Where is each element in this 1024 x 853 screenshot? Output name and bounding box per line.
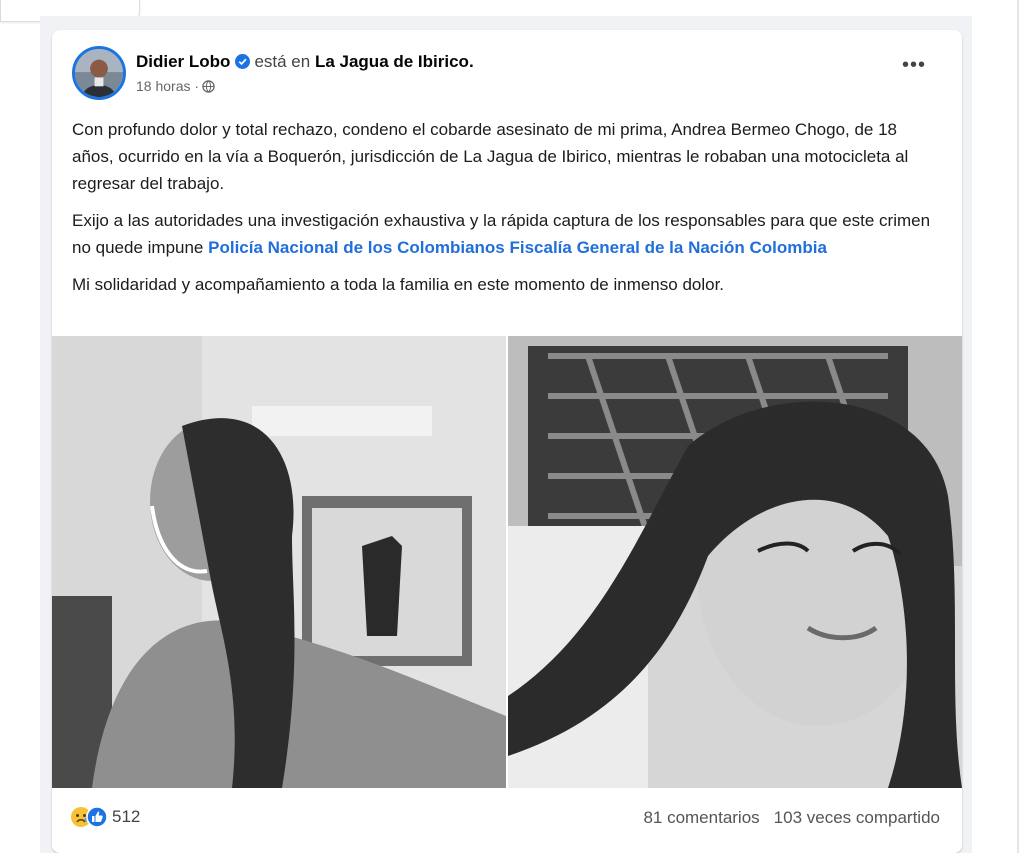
shares-count[interactable]: 103 veces compartido bbox=[774, 808, 940, 827]
post-text: Con profundo dolor y total rechazo, cond… bbox=[72, 116, 934, 308]
post-paragraph-1: Con profundo dolor y total rechazo, cond… bbox=[72, 120, 909, 193]
policia-link[interactable]: Policía Nacional de los Colombianos bbox=[208, 238, 505, 257]
location-link[interactable]: La Jagua de Ibirico. bbox=[315, 52, 474, 71]
author-avatar[interactable] bbox=[72, 46, 126, 100]
photo-2[interactable] bbox=[508, 336, 962, 788]
author-name[interactable]: Didier Lobo bbox=[136, 52, 230, 71]
more-options-button[interactable]: ••• bbox=[900, 55, 928, 80]
fiscalia-link[interactable]: Fiscalía General de la Nación Colombia bbox=[509, 238, 826, 257]
photo-2-image bbox=[508, 336, 962, 788]
post-verb: está en bbox=[254, 52, 311, 71]
verified-badge-icon bbox=[235, 54, 251, 69]
post-footer: 512 81 comentarios 103 veces compartido bbox=[52, 798, 962, 838]
post-meta: 18 horas · bbox=[136, 78, 215, 94]
post-paragraph-3: Mi solidaridad y acompañamiento a toda l… bbox=[72, 275, 725, 294]
avatar-image bbox=[75, 49, 123, 97]
photo-1-image bbox=[52, 336, 506, 788]
reaction-count: 512 bbox=[112, 807, 141, 826]
post-header: Didier Lobo está en La Jagua de Ibirico. … bbox=[52, 30, 962, 110]
engagement-stats: 81 comentarios 103 veces compartido bbox=[629, 808, 940, 828]
reactions-summary[interactable]: 512 bbox=[70, 806, 140, 830]
like-reaction-icon bbox=[86, 806, 108, 828]
comments-count[interactable]: 81 comentarios bbox=[643, 808, 759, 827]
author-line: Didier Lobo está en La Jagua de Ibirico. bbox=[136, 52, 474, 72]
scroll-edge bbox=[1017, 0, 1019, 853]
post-paragraph-2: Exijo a las autoridades una investigació… bbox=[72, 207, 934, 261]
post-card: Didier Lobo está en La Jagua de Ibirico. … bbox=[52, 30, 962, 853]
photo-grid bbox=[52, 336, 962, 788]
photo-1[interactable] bbox=[52, 336, 506, 788]
globe-icon[interactable] bbox=[202, 80, 215, 93]
post-time[interactable]: 18 horas · bbox=[136, 78, 199, 94]
